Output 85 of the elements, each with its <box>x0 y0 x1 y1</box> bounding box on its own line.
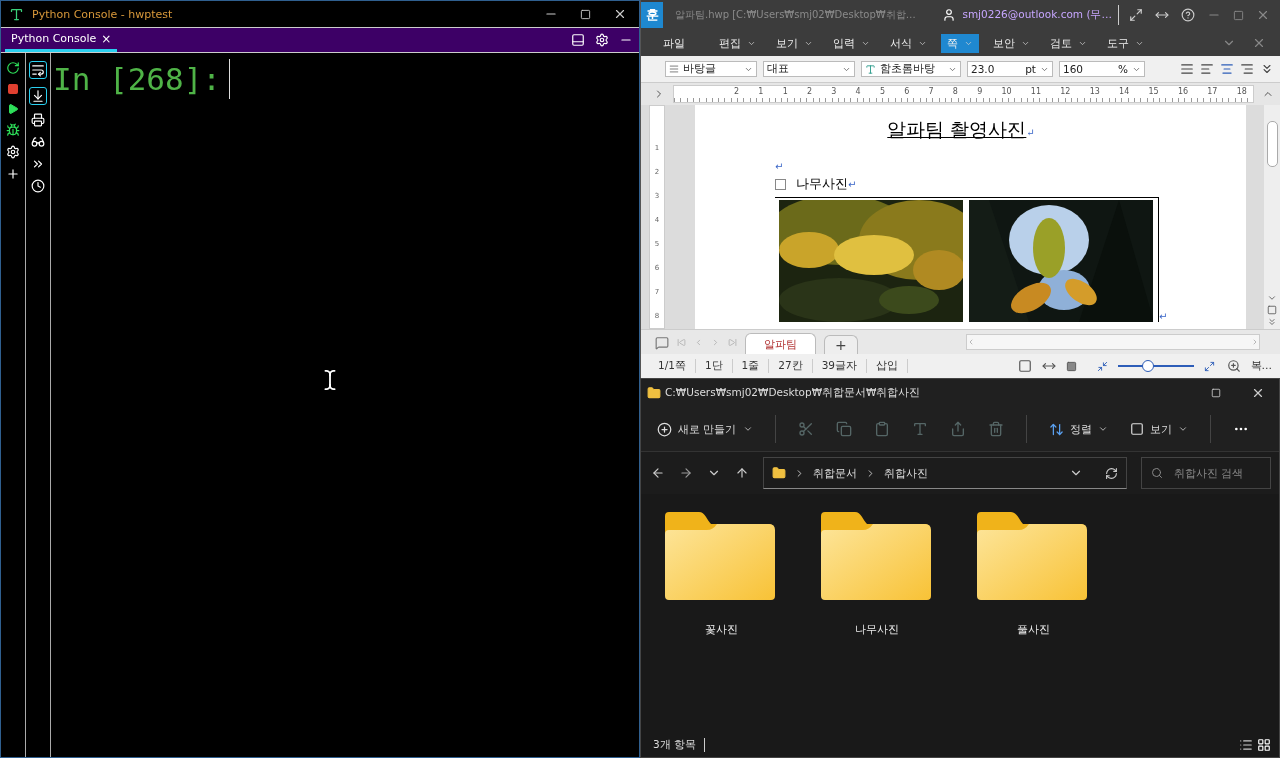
tab-close[interactable]: × <box>101 31 112 46</box>
ruler-number: 5 <box>879 86 885 98</box>
field-value: 23.0 <box>971 63 996 75</box>
ruler-number: 10 <box>1001 86 1012 98</box>
unit-label: % <box>1118 63 1128 75</box>
menu-item[interactable]: 파일 <box>657 33 691 53</box>
window-title: C:₩Users₩smj02₩Desktop₩취합문서₩취합사진 <box>665 386 921 400</box>
ruler-number: 2 <box>806 86 813 98</box>
status-item: 1/1쪽 <box>649 359 696 373</box>
paragraph-mark: ↵ <box>775 160 784 172</box>
paragraph-mark: ↵ <box>1159 311 1168 322</box>
console-prompt: In [268]: <box>53 60 221 99</box>
console-tab[interactable]: Python Console × <box>5 28 118 52</box>
search-field[interactable]: 취합사진 검색 <box>1141 457 1271 489</box>
app-logo: 훈 <box>641 2 663 28</box>
document-title: 알파팀 촬영사진↵ <box>886 117 1036 142</box>
ruler-number: 4 <box>855 86 861 98</box>
ruler-number: 3 <box>831 86 837 98</box>
menu-label: 검토 <box>1050 35 1072 51</box>
menu-item[interactable]: 서식 <box>884 33 933 53</box>
tab-label: Python Console <box>11 32 97 45</box>
field-value: 바탕글 <box>683 62 717 76</box>
menu-item[interactable]: 도구 <box>1101 33 1150 53</box>
ruler-number: 16 <box>1177 86 1189 98</box>
new-button[interactable]: 새로 만들기 <box>657 421 753 437</box>
size-field[interactable]: 160 % <box>1059 61 1145 77</box>
account-email[interactable]: smj0226@outlook.com (무… <box>962 8 1112 22</box>
menu-item[interactable]: 보기 <box>770 33 819 53</box>
ruler-number: 17 <box>1207 86 1218 98</box>
ruler-number: 14 <box>1119 86 1130 98</box>
ruler-number: 6 <box>904 86 910 98</box>
zoom-label[interactable]: 복… <box>1250 359 1272 373</box>
menu-label: 보기 <box>776 35 798 51</box>
field-value: 함초롬바탕 <box>880 62 936 76</box>
window-title: 알파팀.hwp [C:₩Users₩smj02₩Desktop₩취합… <box>675 8 916 22</box>
breadcrumb-item[interactable]: 취합사진 <box>884 465 928 481</box>
ruler-number: 1 <box>782 86 788 98</box>
menu-item[interactable]: 편집 <box>713 33 762 53</box>
status-item: 1줄 <box>732 359 770 373</box>
menu-label: 쪽 <box>947 35 958 51</box>
menu-item[interactable]: 검토 <box>1044 33 1093 53</box>
ruler-number: 9 <box>977 86 983 98</box>
breadcrumb-item[interactable]: 취합문서 <box>813 465 857 481</box>
menu-label: 서식 <box>890 35 912 51</box>
menu-label: 파일 <box>663 35 685 51</box>
sheet-tab[interactable]: 알파팀 <box>745 333 816 354</box>
ruler-number: 12 <box>1060 86 1071 98</box>
sort-button[interactable]: 정렬 <box>1048 421 1108 437</box>
list-item-text: 나무사진↵ <box>796 175 857 193</box>
font-dropdown[interactable]: 함초롬바탕 <box>861 61 961 77</box>
view-button[interactable]: 보기 <box>1129 421 1188 437</box>
ruler-number: 1 <box>758 86 764 98</box>
menu-label: 입력 <box>833 35 855 51</box>
style-dropdown[interactable]: 대표 <box>763 61 855 77</box>
unit-label: pt <box>1025 63 1036 75</box>
menu-label: 도구 <box>1107 35 1129 51</box>
item-count: 3개 항목 <box>653 738 706 752</box>
ruler-number: 2 <box>734 86 740 98</box>
ruler-number: 18 <box>1236 86 1247 98</box>
field-value: 대표 <box>767 62 790 76</box>
menu-item[interactable]: 입력 <box>827 33 876 53</box>
window-title: Python Console - hwptest <box>32 7 173 21</box>
ruler-number: 11 <box>1030 86 1042 98</box>
size-field[interactable]: 23.0 pt <box>967 61 1053 77</box>
menu-label: 보안 <box>993 35 1015 51</box>
field-value: 160 <box>1063 63 1085 75</box>
style-dropdown[interactable]: 바탕글 <box>665 61 757 77</box>
folder-item[interactable]: 꽃사진 <box>665 512 777 733</box>
ruler-number: 15 <box>1148 86 1159 98</box>
menu-item[interactable]: 보안 <box>987 33 1036 53</box>
status-item: 삽입 <box>867 359 909 373</box>
ruler-number: 13 <box>1089 86 1100 98</box>
menu-label: 편집 <box>719 35 741 51</box>
button-label: 새로 만들기 <box>678 421 737 437</box>
status-item: 27칸 <box>769 359 813 373</box>
ruler-number: 7 <box>928 86 934 98</box>
status-item: 1단 <box>695 359 733 373</box>
button-label: 정렬 <box>1069 421 1092 437</box>
button-label: 보기 <box>1149 421 1172 437</box>
folder-item[interactable]: 나무사진 <box>821 512 933 733</box>
address-bar[interactable]: 취합문서 취합사진 <box>763 457 1127 489</box>
ruler-number: 8 <box>952 86 958 98</box>
status-item: 39글자 <box>812 359 868 373</box>
folder-item[interactable]: 풀사진 <box>977 512 1089 733</box>
add-tab-button[interactable]: + <box>824 335 858 354</box>
